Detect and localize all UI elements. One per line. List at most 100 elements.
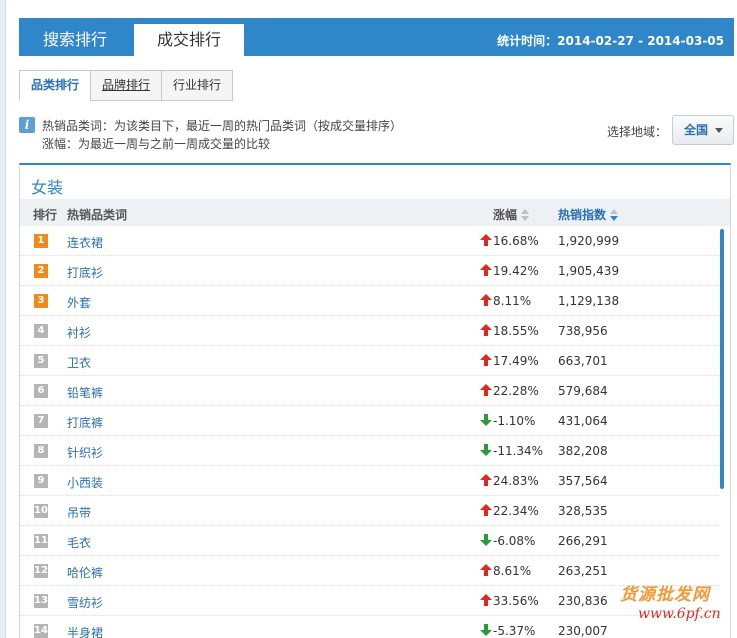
change-value: -11.34% (493, 444, 544, 458)
change-value: 8.61% (493, 564, 532, 578)
table-row: 13 雪纺衫 33.56% 230,836 (20, 586, 720, 616)
change-cell: 24.83% (480, 474, 539, 488)
watermark-line2: www.6pf.cn (638, 606, 721, 622)
category-link[interactable]: 外套 (67, 294, 91, 311)
change-cell: 8.61% (480, 564, 531, 578)
subtab-industry-ranking[interactable]: 行业排行 (161, 70, 234, 101)
change-cell: 22.28% (480, 384, 539, 398)
change-cell: 19.42% (480, 264, 539, 278)
column-header-rank: 排行 (33, 208, 58, 222)
tab-search-ranking[interactable]: 搜索排行 (19, 24, 131, 56)
change-value: 8.11% (493, 294, 532, 308)
arrow-up-icon (480, 234, 492, 246)
change-cell: 18.55% (480, 324, 539, 338)
change-value: 19.42% (493, 264, 539, 278)
category-link[interactable]: 吊带 (67, 504, 91, 521)
category-link[interactable]: 雪纺衫 (67, 594, 103, 611)
rank-badge: 12 (34, 564, 48, 578)
category-link[interactable]: 卫衣 (67, 354, 91, 371)
table-row: 1 连衣裙 16.68% 1,920,999 (20, 226, 720, 256)
info-line-hot-words: 热销品类词：为该类目下，最近一周的热门品类词（按成交量排序） (42, 119, 403, 133)
index-value: 357,564 (558, 474, 608, 488)
category-link[interactable]: 铅笔裤 (67, 384, 103, 401)
info-line-change: 涨幅：为最近一周与之前一周成交量的比较 (42, 137, 271, 151)
category-link[interactable]: 连衣裙 (67, 234, 103, 251)
arrow-down-icon (480, 414, 492, 426)
change-cell: -6.08% (480, 534, 535, 548)
subtab-brand-ranking[interactable]: 品牌排行 (90, 70, 163, 101)
index-value: 738,956 (558, 324, 608, 338)
table-row: 6 铅笔裤 22.28% 579,684 (20, 376, 720, 406)
rank-badge: 11 (34, 534, 48, 548)
index-value: 1,920,999 (558, 234, 620, 248)
table-header: 排行 热销品类词 涨幅 热销指数 (20, 199, 730, 226)
table-row: 2 打底衫 19.42% 1,905,439 (20, 256, 720, 286)
rank-badge: 1 (34, 234, 48, 248)
rank-badge: 6 (34, 384, 48, 398)
category-link[interactable]: 针织衫 (67, 444, 103, 461)
category-link[interactable]: 半身裙 (67, 624, 103, 638)
rank-badge: 2 (34, 264, 48, 278)
chevron-down-icon (715, 128, 723, 133)
table-row: 9 小西装 24.83% 357,564 (20, 466, 720, 496)
arrow-up-icon (480, 324, 492, 336)
sort-icon (521, 209, 530, 221)
column-header-index-label: 热销指数 (558, 208, 607, 222)
rank-badge: 10 (34, 504, 48, 518)
arrow-down-icon (480, 444, 492, 456)
arrow-up-icon (480, 594, 492, 606)
tab-deal-ranking[interactable]: 成交排行 (134, 24, 244, 56)
left-edge-strip (0, 0, 6, 638)
watermark-line1: 货源批发网 (620, 585, 710, 605)
index-value: 382,208 (558, 444, 608, 458)
column-header-change[interactable]: 涨幅 (493, 206, 530, 223)
change-cell: 16.68% (480, 234, 539, 248)
change-cell: -11.34% (480, 444, 543, 458)
subtab-label: 品牌排行 (102, 78, 151, 92)
change-value: 22.28% (493, 384, 539, 398)
change-value: -6.08% (493, 534, 536, 548)
index-value: 663,701 (558, 354, 608, 368)
category-link[interactable]: 小西装 (67, 474, 103, 491)
column-header-name: 热销品类词 (67, 208, 128, 222)
change-value: 22.34% (493, 504, 539, 518)
column-header-change-label: 涨幅 (493, 208, 518, 222)
column-header-index[interactable]: 热销指数 (558, 206, 619, 223)
index-value: 263,251 (558, 564, 608, 578)
category-link[interactable]: 衬衫 (67, 324, 91, 341)
arrow-up-icon (480, 354, 492, 366)
change-value: 18.55% (493, 324, 539, 338)
arrow-up-icon (480, 384, 492, 396)
region-select[interactable]: 全国 (672, 115, 734, 145)
rank-badge: 4 (34, 324, 48, 338)
index-value: 1,905,439 (558, 264, 620, 278)
index-value: 230,007 (558, 624, 608, 638)
subtab-category-ranking[interactable]: 品类排行 (19, 70, 92, 101)
scrollbar[interactable] (720, 229, 724, 489)
change-cell: 22.34% (480, 504, 539, 518)
category-link[interactable]: 打底衫 (67, 264, 103, 281)
ranking-panel: 女装 排行 热销品类词 涨幅 热销指数 1 连衣裙 16.68% 1,920,999 2… (19, 163, 731, 638)
rank-badge: 13 (34, 594, 48, 608)
table-row: 8 针织衫 -11.34% 382,208 (20, 436, 720, 466)
change-value: 16.68% (493, 234, 539, 248)
info-icon: i (19, 117, 35, 133)
top-nav-bar: 搜索排行 成交排行 统计时间：2014-02-27 - 2014-03-05 (19, 18, 734, 56)
category-link[interactable]: 打底裤 (67, 414, 103, 431)
category-link[interactable]: 哈伦裤 (67, 564, 103, 581)
table-row: 7 打底裤 -1.10% 431,064 (20, 406, 720, 436)
category-link[interactable]: 毛衣 (67, 534, 91, 551)
stat-time: 统计时间：2014-02-27 - 2014-03-05 (497, 34, 724, 48)
index-value: 1,129,138 (558, 294, 620, 308)
change-cell: -1.10% (480, 414, 535, 428)
change-value: -1.10% (493, 414, 536, 428)
table-row: 5 卫衣 17.49% 663,701 (20, 346, 720, 376)
table-row: 3 外套 8.11% 1,129,138 (20, 286, 720, 316)
table-body: 1 连衣裙 16.68% 1,920,999 2 打底衫 19.42% 1,905,439 3 外… (20, 226, 720, 638)
arrow-up-icon (480, 294, 492, 306)
index-value: 266,291 (558, 534, 608, 548)
arrow-down-icon (480, 624, 492, 636)
region-label: 选择地域： (607, 125, 668, 139)
subtab-label: 品类排行 (31, 78, 80, 92)
change-cell: 8.11% (480, 294, 531, 308)
